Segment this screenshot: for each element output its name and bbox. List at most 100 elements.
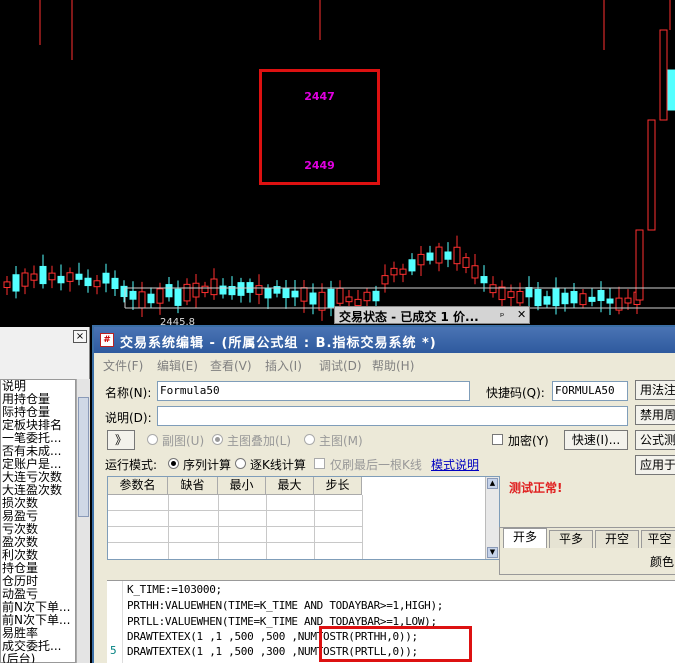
candle-body	[543, 296, 551, 305]
candle-body	[417, 253, 425, 266]
main-overlay-radio[interactable]	[212, 434, 223, 445]
parameter-table[interactable]: 参数名 缺省 最小 最大 步长 ▲ ▼	[107, 476, 500, 560]
candle-body	[597, 289, 605, 302]
candle-body	[516, 290, 524, 304]
candle-body	[255, 285, 263, 295]
candle-body	[327, 288, 335, 308]
parameter-table-scrollbar[interactable]: ▲ ▼	[485, 477, 499, 559]
candle-body	[667, 69, 675, 111]
candle-body	[192, 282, 200, 298]
function-list-item[interactable]: 一笔委托...	[1, 432, 75, 445]
code-line[interactable]: PRTHH:VALUEWHEN(TIME=K_TIME AND TODAYBAR…	[127, 599, 443, 612]
function-list-item[interactable]: 盈次数	[1, 536, 75, 549]
menu-view[interactable]: 查看(V)	[210, 357, 252, 374]
scrollbar-thumb[interactable]	[78, 397, 89, 517]
tab-close-short[interactable]: 平空	[641, 530, 675, 548]
candle-body	[3, 281, 11, 289]
function-list-item[interactable]: 动盈亏	[1, 588, 75, 601]
main-chart-radio[interactable]	[304, 434, 315, 445]
editor-titlebar[interactable]: # 交易系统编辑 - (所属公式组 : B.指标交易系统 *)	[94, 327, 675, 353]
menu-help[interactable]: 帮助(H)	[372, 357, 414, 374]
function-list-item[interactable]: 定板块排名	[1, 419, 75, 432]
function-list-item[interactable]: 否有未成...	[1, 445, 75, 458]
expand-button[interactable]: 》	[107, 430, 135, 450]
disable-period-button[interactable]: 禁用周	[635, 405, 675, 425]
function-list-item[interactable]: 际持仓量	[1, 406, 75, 419]
function-list-item[interactable]: 大连亏次数	[1, 471, 75, 484]
last-bar-only-checkbox[interactable]	[314, 458, 325, 469]
candle-body	[246, 282, 254, 293]
function-list-item[interactable]: 易胜率	[1, 627, 75, 640]
scroll-down-icon[interactable]: ▼	[487, 547, 498, 558]
candle-body	[291, 290, 299, 298]
candle-body	[462, 257, 470, 268]
function-list-item[interactable]: 说明	[1, 380, 75, 393]
close-icon[interactable]: ✕	[517, 308, 526, 321]
candle-body	[534, 288, 542, 307]
per-bar-calc-radio[interactable]	[235, 458, 246, 469]
candle-body	[647, 119, 656, 231]
function-list-item[interactable]: 仓历时	[1, 575, 75, 588]
function-list-item[interactable]: 前N次下单...	[1, 601, 75, 614]
menu-insert[interactable]: 插入(I)	[265, 357, 302, 374]
menu-edit[interactable]: 编辑(E)	[157, 357, 198, 374]
candle-body	[471, 265, 479, 279]
annotation-highlight-box: 2447 2449	[259, 69, 380, 185]
function-list-item[interactable]: 利次数	[1, 549, 75, 562]
app-icon: #	[100, 333, 114, 347]
function-list-item[interactable]: 前N次下单...	[1, 614, 75, 627]
candle-body	[210, 278, 218, 296]
candle-body	[165, 284, 173, 298]
sequence-calc-label: 序列计算	[183, 458, 232, 472]
tab-close-long[interactable]: 平多	[549, 530, 593, 548]
candle-body	[282, 287, 290, 299]
tab-open-short[interactable]: 开空	[595, 530, 639, 548]
code-highlight-box	[319, 626, 472, 662]
candle-body	[336, 287, 344, 304]
apply-to-button[interactable]: 应用于	[635, 455, 675, 475]
description-field[interactable]	[157, 406, 628, 426]
menu-bar: 文件(F) 编辑(E) 查看(V) 插入(I) 调试(D) 帮助(H)	[94, 354, 675, 374]
formula-test-button[interactable]: 公式测	[635, 430, 675, 450]
sequence-calc-radio[interactable]	[168, 458, 179, 469]
code-editor[interactable]: 5 K_TIME:=103000; PRTHH:VALUEWHEN(TIME=K…	[107, 580, 675, 663]
pin-icon[interactable]: ₚ	[500, 308, 504, 319]
candle-body	[498, 286, 506, 301]
function-list-item[interactable]: 易盈亏	[1, 510, 75, 523]
function-list-item[interactable]: 成交委托...	[1, 640, 75, 653]
usage-note-button[interactable]: 用法注	[635, 380, 675, 400]
function-list-item[interactable]: 持仓量	[1, 562, 75, 575]
quick-button[interactable]: 快速(I)...	[564, 430, 628, 450]
shortcut-field[interactable]: FORMULA50	[552, 381, 628, 401]
function-list-item[interactable]: 亏次数	[1, 523, 75, 536]
candle-body	[75, 273, 83, 280]
close-icon[interactable]: ×	[73, 330, 87, 343]
name-field[interactable]: Formula50	[157, 381, 470, 401]
function-list-scrollbar[interactable]	[76, 379, 90, 663]
candle-body	[39, 265, 47, 285]
col-step: 步长	[314, 477, 362, 495]
function-list-item[interactable]: (后台)	[1, 653, 75, 663]
mode-help-link[interactable]: 模式说明	[431, 456, 479, 473]
function-list-item[interactable]: 定账户是...	[1, 458, 75, 471]
trade-status-window[interactable]: 交易状态 - 已成交 1 价... ₚ ✕	[334, 306, 530, 324]
function-list-item[interactable]: 损次数	[1, 497, 75, 510]
tab-open-long[interactable]: 开多	[503, 528, 547, 548]
function-list-item[interactable]: 大连盈次数	[1, 484, 75, 497]
code-line[interactable]: K_TIME:=103000;	[127, 583, 222, 596]
function-list[interactable]: 说明 用持仓量 际持仓量 定板块排名 一笔委托... 否有未成... 定账户是... 大连亏次…	[0, 379, 76, 663]
subchart-radio[interactable]	[147, 434, 158, 445]
parameter-table-header: 参数名 缺省 最小 最大 步长	[108, 477, 362, 495]
candle-body	[363, 291, 371, 302]
candle-body	[354, 298, 362, 307]
candle-body	[21, 272, 29, 287]
function-list-item[interactable]: 用持仓量	[1, 393, 75, 406]
menu-debug[interactable]: 调试(D)	[319, 357, 362, 374]
encrypt-checkbox[interactable]	[492, 434, 503, 445]
candle-body	[129, 290, 137, 300]
scroll-up-icon[interactable]: ▲	[487, 478, 498, 489]
menu-file[interactable]: 文件(F)	[103, 357, 143, 374]
signal-tabs: 开多 平多 开空 平空 颜色	[499, 527, 675, 575]
editor-title: 交易系统编辑 - (所属公式组 : B.指标交易系统 *)	[120, 336, 437, 351]
candle-body	[138, 291, 146, 309]
